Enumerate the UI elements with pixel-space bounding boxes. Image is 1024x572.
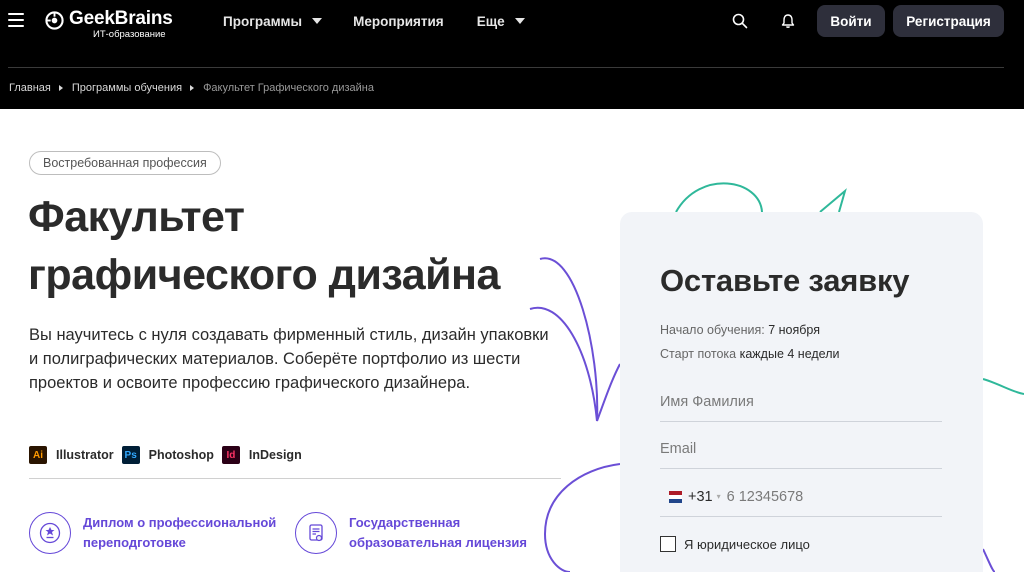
start-date-value: 7 ноября [768, 323, 820, 337]
tools-list: Ai Illustrator Ps Photoshop Id InDesign [29, 446, 310, 464]
start-date: Начало обучения: 7 ноября [660, 323, 820, 337]
certificate-icon [295, 512, 337, 554]
feature-diploma[interactable]: Диплом о профессиональной переподготовке [29, 512, 283, 554]
logo[interactable]: GeekBrains ИТ-образование [45, 9, 173, 40]
country-code[interactable]: +31 [688, 489, 713, 505]
logo-subtitle: ИТ-образование [93, 29, 166, 40]
breadcrumb-home[interactable]: Главная [9, 82, 51, 94]
breadcrumb-current: Факультет Графического дизайна [203, 82, 374, 94]
tool-label: Photoshop [148, 448, 214, 462]
hero-description: Вы научитесь с нуля создавать фирменный … [29, 326, 549, 392]
breadcrumb: Главная Программы обучения Факультет Гра… [9, 82, 374, 94]
name-field[interactable] [660, 393, 942, 410]
tool-illustrator: Ai Illustrator [29, 446, 114, 464]
nav-events[interactable]: Мероприятия [353, 14, 444, 29]
logo-name: GeekBrains [69, 8, 173, 29]
nav-programs-label: Программы [223, 13, 303, 29]
form-title: Оставьте заявку [660, 263, 910, 298]
chevron-down-icon[interactable]: ▾ [717, 492, 721, 501]
main-nav: Программы Мероприятия Еще [223, 0, 525, 42]
chevron-down-icon [312, 18, 323, 24]
nav-programs[interactable]: Программы [223, 13, 323, 29]
legal-entity-label: Я юридическое лицо [684, 536, 810, 552]
nav-more[interactable]: Еще [477, 14, 525, 29]
stream-value: каждые 4 недели [739, 347, 840, 361]
feature-diploma-label: Диплом о профессиональной переподготовке [83, 515, 277, 550]
tool-label: InDesign [248, 448, 302, 462]
page-title-line2: графического дизайна [28, 251, 500, 299]
breadcrumb-separator-icon [190, 85, 195, 91]
bell-icon[interactable] [780, 13, 796, 29]
hero-divider [29, 478, 561, 479]
name-field-wrapper [660, 382, 942, 422]
phone-field[interactable] [726, 488, 942, 505]
register-button[interactable]: Регистрация [893, 5, 1004, 37]
application-form: Оставьте заявку Начало обучения: 7 ноябр… [620, 212, 983, 572]
tool-indesign: Id InDesign [221, 446, 302, 464]
illustrator-icon: Ai [29, 446, 47, 464]
stream-label: Старт потока [660, 347, 737, 361]
start-date-label: Начало обучения: [660, 323, 765, 337]
tool-label: Illustrator [56, 448, 114, 462]
site-header: GeekBrains ИТ-образование Программы Меро… [0, 0, 1024, 109]
login-button[interactable]: Войти [817, 5, 885, 37]
indesign-icon: Id [221, 446, 240, 464]
nav-more-label: Еще [476, 13, 505, 29]
tool-photoshop: Ps Photoshop [121, 446, 214, 464]
page-title-line1: Факультет [28, 193, 245, 241]
breadcrumb-separator-icon [58, 85, 63, 91]
feature-license[interactable]: Государственная образовательная лицензия [295, 512, 549, 554]
header-divider [8, 67, 1004, 68]
photoshop-icon: Ps [121, 446, 140, 464]
netherlands-flag-icon[interactable] [669, 490, 682, 503]
stream-frequency: Старт потока каждые 4 недели [660, 347, 839, 361]
feature-license-label: Государственная образовательная лицензия [349, 515, 527, 550]
profession-badge: Востребованная профессия [29, 151, 221, 175]
breadcrumb-programs[interactable]: Программы обучения [72, 82, 182, 94]
chevron-down-icon [514, 18, 525, 24]
logo-mark-icon [45, 11, 64, 30]
emblem-icon [29, 512, 71, 554]
page-title: Факультет графического дизайна [28, 188, 588, 304]
nav-events-label: Мероприятия [353, 13, 444, 29]
legal-entity-checkbox[interactable] [660, 536, 676, 552]
email-field[interactable] [660, 440, 942, 457]
email-field-wrapper [660, 429, 942, 469]
menu-icon[interactable] [8, 13, 24, 27]
search-icon[interactable] [732, 13, 748, 29]
legal-entity-checkbox-row[interactable]: Я юридическое лицо [660, 536, 810, 552]
phone-field-wrapper: +31 ▾ [660, 477, 942, 517]
